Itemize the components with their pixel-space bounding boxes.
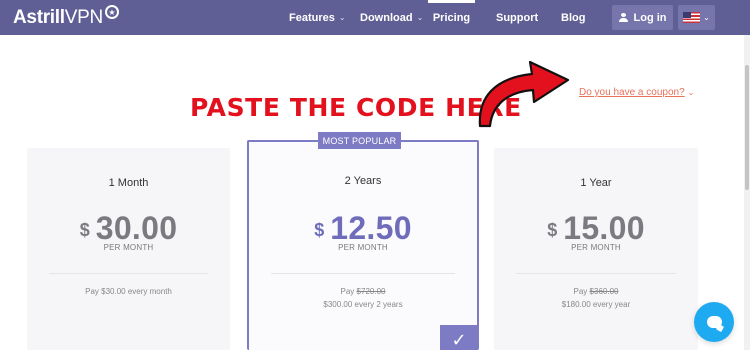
scrollbar-thumb[interactable]	[745, 65, 749, 190]
plan-card-1-year[interactable]: 1 Year $ 15.00 PER MONTH Pay $360.00 $18…	[494, 148, 698, 350]
chevron-down-icon: ⌄	[416, 13, 424, 22]
divider	[271, 273, 455, 274]
currency-symbol: $	[314, 220, 325, 240]
live-chat-button[interactable]	[694, 302, 734, 342]
page-scrollbar[interactable]	[744, 35, 750, 350]
nav-pricing-label: Pricing	[432, 11, 471, 24]
price-amount: 15.00	[563, 210, 645, 246]
original-price: $720.00	[356, 287, 386, 296]
coupon-link-label: Do you have a coupon?	[579, 87, 685, 98]
top-navbar: AstrillVPN ★ Features ⌄ Download ⌄ Prici…	[0, 0, 750, 35]
price-amount: 12.50	[330, 210, 412, 246]
chevron-down-icon: ⌄	[687, 88, 695, 97]
plan-card-1-month[interactable]: 1 Month $ 30.00 PER MONTH Pay $30.00 eve…	[27, 148, 230, 350]
pay-prefix: Pay	[573, 287, 588, 296]
pay-line: Pay $360.00	[494, 287, 698, 296]
pay-line: Pay $30.00 every month	[85, 287, 172, 296]
logo-star-icon: ★	[104, 5, 119, 19]
divider	[516, 273, 676, 274]
most-popular-badge: MOST POPULAR	[318, 132, 401, 149]
price-amount: 30.00	[95, 210, 178, 246]
currency-symbol: $	[79, 220, 90, 240]
login-button[interactable]: Log in	[612, 5, 673, 30]
pay-line-discounted: $300.00 every 2 years	[323, 300, 403, 309]
us-flag-icon	[683, 12, 701, 23]
selected-checkmark: ✓	[440, 325, 478, 350]
nav-pricing-active[interactable]: Pricing	[428, 0, 475, 35]
login-label: Log in	[633, 11, 667, 24]
chat-bubble-icon	[706, 316, 722, 328]
plan-price: $ 15.00	[494, 210, 698, 247]
plan-term: 2 Years	[344, 175, 382, 187]
currency-symbol: $	[547, 220, 558, 240]
logo-text-bold: Astrill	[13, 7, 65, 28]
pay-prefix: Pay	[340, 287, 355, 296]
nav-features-label: Features	[289, 11, 335, 24]
nav-blog-label: Blog	[561, 11, 586, 24]
divider	[49, 273, 208, 274]
chevron-down-icon: ⌄	[703, 13, 710, 22]
coupon-link[interactable]: Do you have a coupon? ⌄	[579, 87, 694, 98]
per-month-label: PER MONTH	[571, 243, 621, 252]
pay-line-discounted: $180.00 every year	[561, 300, 631, 309]
plan-term: 1 Year	[580, 177, 612, 189]
user-icon	[618, 13, 628, 22]
plan-term: 1 Month	[108, 177, 149, 189]
nav-download-label: Download	[360, 11, 413, 24]
checkmark-icon: ✓	[451, 330, 467, 350]
nav-support-label: Support	[496, 11, 539, 24]
plan-price: $ 12.50	[249, 210, 477, 247]
nav-features[interactable]: Features ⌄	[289, 0, 346, 35]
nav-support[interactable]: Support	[496, 0, 538, 35]
curved-arrow-icon	[478, 60, 570, 128]
nav-blog[interactable]: Blog	[561, 0, 585, 35]
per-month-label: PER MONTH	[338, 243, 388, 252]
chevron-down-icon: ⌄	[338, 13, 346, 22]
nav-download[interactable]: Download ⌄	[360, 0, 423, 35]
original-price: $360.00	[589, 287, 619, 296]
language-selector[interactable]: ⌄	[678, 5, 715, 30]
plan-price: $ 30.00	[27, 210, 230, 247]
plan-card-2-years[interactable]: 2 Years $ 12.50 PER MONTH Pay $720.00 $3…	[247, 140, 479, 350]
pay-line: Pay $720.00	[249, 287, 477, 296]
logo-text-light: VPN	[64, 7, 103, 28]
per-month-label: PER MONTH	[103, 243, 154, 252]
astrill-logo[interactable]: AstrillVPN ★	[13, 5, 119, 30]
